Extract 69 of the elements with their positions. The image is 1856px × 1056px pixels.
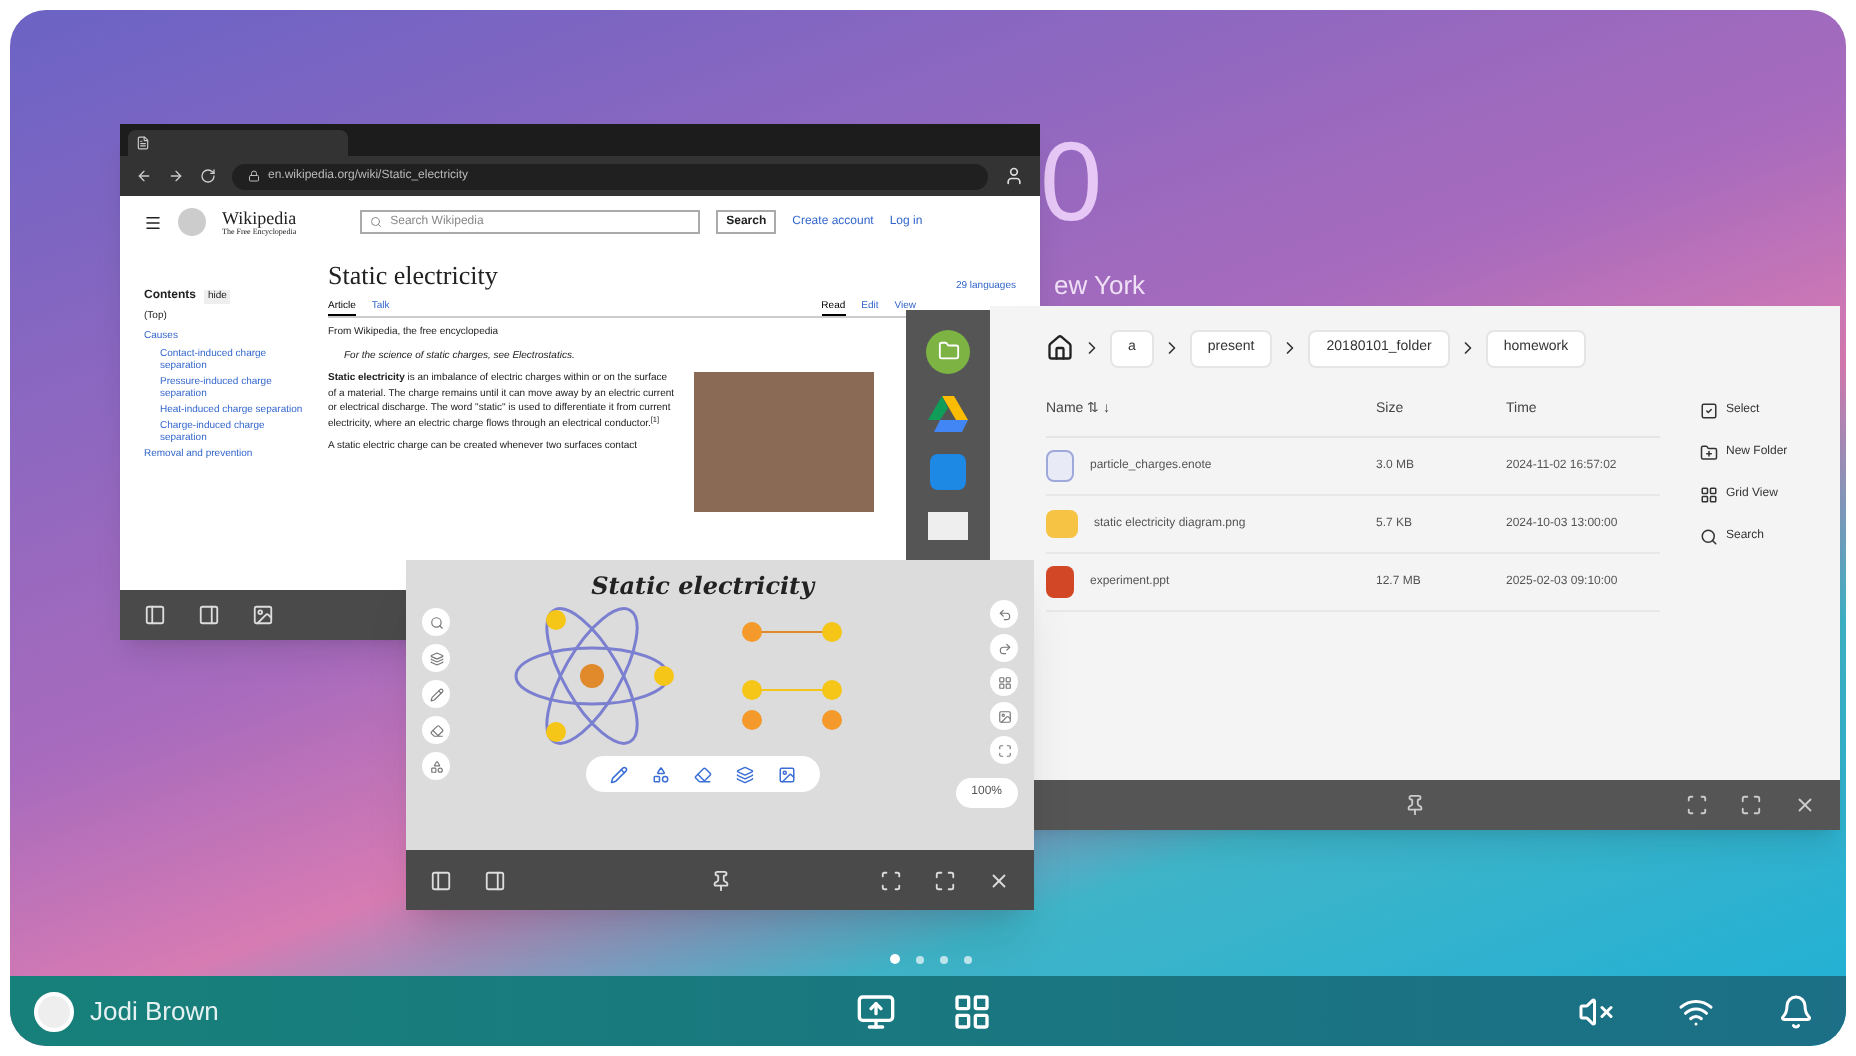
close-icon[interactable]: [1794, 794, 1816, 816]
lock-icon: [248, 170, 260, 182]
tool-icon: [997, 607, 1011, 621]
folder-icon: [1700, 444, 1718, 462]
tool-button[interactable]: [990, 600, 1018, 628]
search-icon: [1700, 528, 1718, 546]
screen-share-icon[interactable]: [856, 991, 896, 1031]
pin-icon[interactable]: [709, 869, 731, 891]
forward-icon[interactable]: [168, 168, 184, 184]
close-icon[interactable]: [988, 869, 1010, 891]
wikipedia-logo: Wikipedia: [222, 209, 297, 227]
globe-logo-icon: [178, 208, 206, 236]
palette-tool-icon[interactable]: [651, 765, 670, 783]
tool-icon: [997, 675, 1011, 689]
maximize-icon[interactable]: [934, 869, 956, 891]
notification-icon[interactable]: [1778, 993, 1814, 1029]
article-title: Static electricity: [328, 258, 498, 294]
home-icon[interactable]: [1046, 334, 1074, 363]
grid-icon: [1700, 486, 1718, 504]
tool-icon: [429, 723, 443, 737]
tool-icon: [429, 651, 443, 665]
checkbox-icon: [1700, 402, 1718, 420]
split-right-icon[interactable]: [198, 604, 220, 626]
user-name[interactable]: Jodi Brown: [90, 991, 219, 1031]
tool-icon: [429, 759, 443, 773]
back-icon[interactable]: [136, 168, 152, 184]
tool-button[interactable]: [422, 644, 450, 672]
clock-city: ew York: [1054, 268, 1146, 304]
reload-icon[interactable]: [200, 168, 216, 184]
page-icon: [136, 136, 150, 150]
image-file-icon: [1046, 510, 1078, 538]
split-left-icon[interactable]: [430, 869, 452, 891]
tool-button[interactable]: [422, 716, 450, 744]
restore-icon[interactable]: [1686, 794, 1708, 816]
maximize-icon[interactable]: [1740, 794, 1762, 816]
whiteboard-title: Static electricity: [591, 570, 815, 604]
mute-icon[interactable]: [1578, 993, 1614, 1029]
tool-icon: [997, 709, 1011, 723]
palette-tool-icon[interactable]: [735, 765, 754, 783]
tool-button[interactable]: [990, 736, 1018, 764]
tool-icon: [429, 687, 443, 701]
tool-icon: [997, 743, 1011, 757]
split-right-icon[interactable]: [484, 869, 506, 891]
avatar: [34, 991, 74, 1031]
window-app-icon[interactable]: [928, 512, 968, 541]
palette-tool-icon[interactable]: [777, 765, 796, 783]
profile-icon[interactable]: [1004, 166, 1024, 186]
slides-file-icon: [1046, 566, 1074, 598]
tool-button[interactable]: [422, 608, 450, 636]
picture-icon[interactable]: [252, 604, 274, 626]
tool-button[interactable]: [422, 752, 450, 780]
triangle-app-icon[interactable]: [928, 395, 968, 432]
tool-button[interactable]: [990, 702, 1018, 730]
search-icon: [370, 216, 383, 228]
split-left-icon[interactable]: [144, 604, 166, 626]
note-file-icon: [1046, 450, 1074, 482]
apps-icon[interactable]: [952, 991, 992, 1031]
restore-icon[interactable]: [880, 869, 902, 891]
tool-button[interactable]: [990, 668, 1018, 696]
palette-tool-icon[interactable]: [693, 765, 712, 783]
folder-app-icon[interactable]: [926, 329, 970, 374]
tool-icon: [997, 641, 1011, 655]
palette-tool-icon[interactable]: [609, 765, 628, 783]
tool-button[interactable]: [422, 680, 450, 708]
pin-icon[interactable]: [1404, 794, 1426, 816]
menu-icon[interactable]: [144, 213, 162, 231]
tool-icon: [429, 615, 443, 629]
clock-time: 0: [1040, 126, 1103, 238]
tool-button[interactable]: [990, 634, 1018, 662]
